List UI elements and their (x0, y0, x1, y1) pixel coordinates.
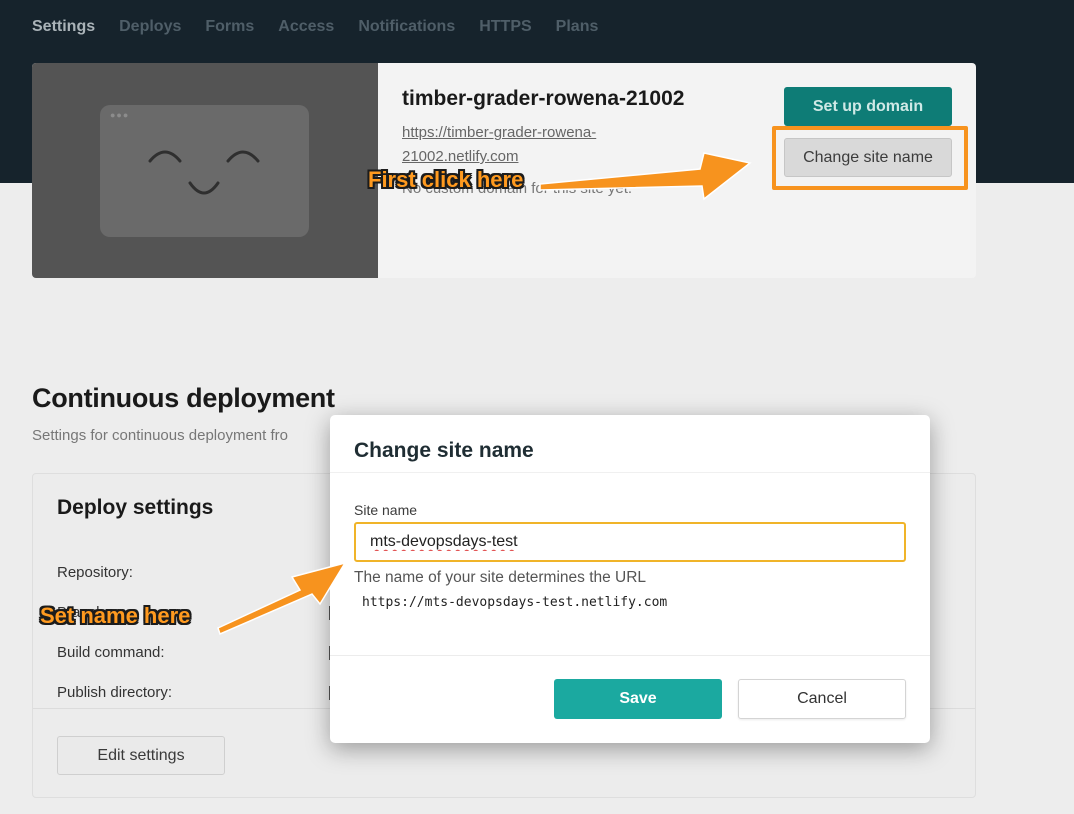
continuous-deployment-subtitle: Settings for continuous deployment fro (32, 427, 288, 444)
repository-label: Repository: (57, 564, 133, 581)
dialog-divider-bottom (330, 655, 930, 656)
tab-plans[interactable]: Plans (556, 17, 599, 37)
site-preview: ●●● (32, 63, 378, 278)
set-name-callout: Set name here (40, 603, 191, 628)
tab-https[interactable]: HTTPS (479, 17, 531, 37)
tab-deploys[interactable]: Deploys (119, 17, 181, 37)
site-name-label: Site name (354, 502, 418, 518)
change-site-name-dialog: Change site name Site name The name of y… (330, 415, 930, 743)
url-help-text: The name of your site determines the URL (354, 569, 647, 586)
tab-notifications[interactable]: Notifications (358, 17, 455, 37)
tab-settings[interactable]: Settings (32, 17, 95, 37)
tab-forms[interactable]: Forms (205, 17, 254, 37)
build-command-label: Build command: (57, 644, 165, 661)
edit-settings-button[interactable]: Edit settings (57, 736, 225, 775)
dialog-title: Change site name (354, 439, 534, 462)
url-preview: https://mts-devopsdays-test.netlify.com (362, 595, 668, 610)
browser-window-illustration: ●●● (100, 105, 309, 237)
continuous-deployment-heading: Continuous deployment (32, 383, 335, 413)
save-button[interactable]: Save (554, 679, 722, 719)
deploy-settings-title: Deploy settings (57, 496, 214, 519)
publish-directory-label: Publish directory: (57, 684, 173, 701)
first-click-callout: First click here (368, 167, 524, 192)
site-name-title: timber-grader-rowena-21002 (402, 87, 685, 110)
dialog-divider-top (330, 472, 930, 473)
site-name-input[interactable] (354, 522, 906, 562)
settings-nav: Settings Deploys Forms Access Notificati… (32, 17, 598, 37)
cancel-button[interactable]: Cancel (738, 679, 906, 719)
set-up-domain-button[interactable]: Set up domain (784, 87, 952, 126)
highlight-box (772, 126, 968, 190)
tab-access[interactable]: Access (278, 17, 334, 37)
smiley-face-icon (148, 150, 260, 195)
site-url-link[interactable]: https://timber-grader-rowena-21002.netli… (402, 121, 662, 169)
